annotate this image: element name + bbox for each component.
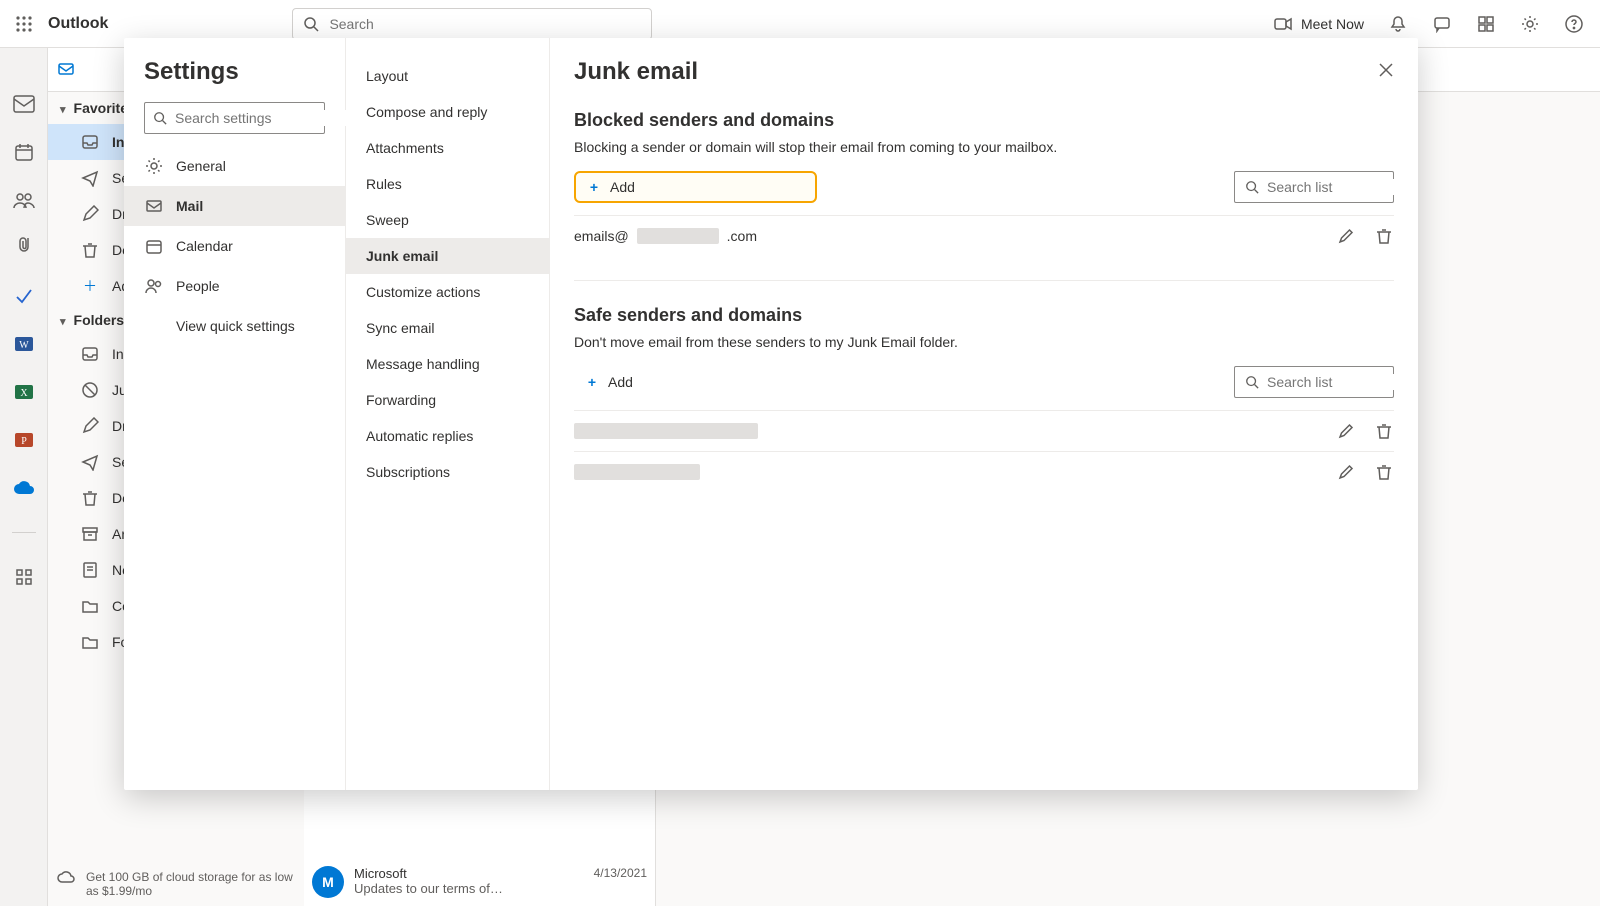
- blocked-heading: Blocked senders and domains: [574, 110, 1394, 131]
- blocked-toolbar: + Add: [574, 171, 1394, 203]
- safe-desc: Don't move email from these senders to m…: [574, 334, 1394, 350]
- settings-title: Settings: [124, 58, 345, 102]
- safe-list-row: [574, 410, 1394, 451]
- panel-title: Junk email: [574, 58, 1394, 86]
- spacer: [144, 316, 164, 336]
- safe-entry: [574, 423, 758, 439]
- settings-panel: Junk email Blocked senders and domains B…: [550, 38, 1418, 790]
- delete-icon[interactable]: [1374, 226, 1394, 246]
- row-actions: [1336, 462, 1394, 482]
- modal-overlay: Settings General Mail Calendar People View q…: [0, 0, 1600, 906]
- blocked-entry: emails@ .com: [574, 228, 757, 244]
- settings-nav-label: General: [176, 158, 226, 174]
- blocked-add-button[interactable]: + Add: [574, 171, 817, 203]
- entry-suffix: .com: [727, 228, 757, 244]
- settings-nav-view-quick-settings[interactable]: View quick settings: [124, 306, 345, 346]
- settings-cat-automatic-replies[interactable]: Automatic replies: [346, 418, 549, 454]
- settings-search-input[interactable]: [175, 110, 356, 126]
- redacted-text: [637, 228, 719, 244]
- people-icon: [144, 276, 164, 296]
- row-actions: [1336, 421, 1394, 441]
- blocked-search-input[interactable]: [1267, 179, 1418, 195]
- settings-nav-general[interactable]: General: [124, 146, 345, 186]
- settings-cat-sync-email[interactable]: Sync email: [346, 310, 549, 346]
- safe-search[interactable]: [1234, 366, 1394, 398]
- settings-nav: Settings General Mail Calendar People View q…: [124, 38, 346, 790]
- section-divider: [574, 280, 1394, 281]
- settings-cat-customize-actions[interactable]: Customize actions: [346, 274, 549, 310]
- safe-list-row: [574, 451, 1394, 492]
- delete-icon[interactable]: [1374, 462, 1394, 482]
- calendar-icon: [144, 236, 164, 256]
- redacted-text: [574, 464, 700, 480]
- safe-heading: Safe senders and domains: [574, 305, 1394, 326]
- safe-add-button[interactable]: + Add: [574, 368, 643, 396]
- settings-cat-message-handling[interactable]: Message handling: [346, 346, 549, 382]
- general-icon: [144, 156, 164, 176]
- settings-cat-compose-and-reply[interactable]: Compose and reply: [346, 94, 549, 130]
- add-label: Add: [608, 374, 633, 390]
- row-actions: [1336, 226, 1394, 246]
- safe-search-input[interactable]: [1267, 374, 1418, 390]
- blocked-desc: Blocking a sender or domain will stop th…: [574, 139, 1394, 155]
- edit-icon[interactable]: [1336, 462, 1356, 482]
- search-icon: [1245, 375, 1259, 389]
- settings-cat-attachments[interactable]: Attachments: [346, 130, 549, 166]
- settings-nav-label: People: [176, 278, 220, 294]
- settings-cat-sweep[interactable]: Sweep: [346, 202, 549, 238]
- settings-nav-mail[interactable]: Mail: [124, 186, 345, 226]
- settings-nav-calendar[interactable]: Calendar: [124, 226, 345, 266]
- settings-cat-forwarding[interactable]: Forwarding: [346, 382, 549, 418]
- plus-icon: +: [586, 179, 602, 195]
- add-label: Add: [610, 179, 635, 195]
- search-icon: [153, 111, 167, 125]
- settings-cat-rules[interactable]: Rules: [346, 166, 549, 202]
- delete-icon[interactable]: [1374, 421, 1394, 441]
- safe-entry: [574, 464, 700, 480]
- settings-search[interactable]: [144, 102, 325, 134]
- safe-toolbar: + Add: [574, 366, 1394, 398]
- redacted-text: [574, 423, 758, 439]
- search-icon: [1245, 180, 1259, 194]
- settings-nav-label: Calendar: [176, 238, 233, 254]
- settings-cat-subscriptions[interactable]: Subscriptions: [346, 454, 549, 490]
- close-button[interactable]: [1370, 54, 1402, 86]
- blocked-list-row: emails@ .com: [574, 215, 1394, 256]
- settings-cat-layout[interactable]: Layout: [346, 58, 549, 94]
- settings-cat-junk-email[interactable]: Junk email: [346, 238, 549, 274]
- settings-categories: LayoutCompose and replyAttachmentsRulesS…: [346, 38, 550, 790]
- settings-nav-label: Mail: [176, 198, 203, 214]
- mail-icon: [144, 196, 164, 216]
- blocked-search[interactable]: [1234, 171, 1394, 203]
- edit-icon[interactable]: [1336, 226, 1356, 246]
- settings-nav-people[interactable]: People: [124, 266, 345, 306]
- edit-icon[interactable]: [1336, 421, 1356, 441]
- entry-prefix: emails@: [574, 228, 629, 244]
- settings-nav-label: View quick settings: [176, 318, 295, 334]
- plus-icon: +: [584, 374, 600, 390]
- settings-modal: Settings General Mail Calendar People View q…: [124, 38, 1418, 790]
